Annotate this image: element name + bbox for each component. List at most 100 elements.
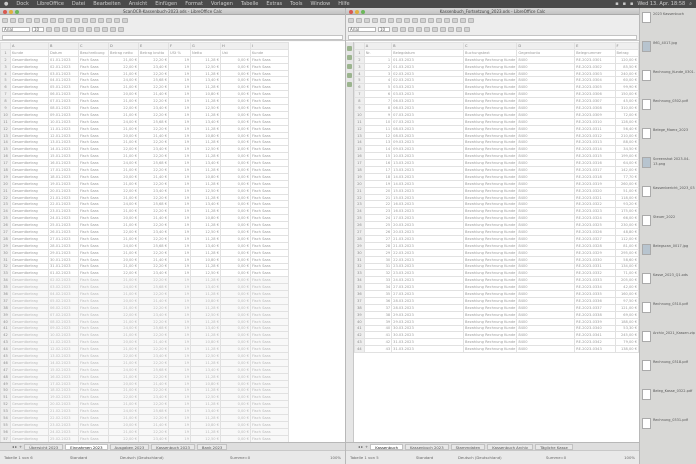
row-number[interactable]: 55: [0, 420, 11, 429]
row-number[interactable]: 29: [0, 241, 11, 250]
desktop-file[interactable]: Rechnung_Kunde_0301.pdf: [640, 70, 696, 96]
cell[interactable]: 07.01.2023: [48, 97, 79, 106]
menu-item[interactable]: Window: [306, 1, 334, 7]
cell[interactable]: 8400: [516, 310, 576, 319]
cell[interactable]: 0,00 €: [220, 90, 251, 99]
cell[interactable]: 01.03.2023: [391, 62, 465, 71]
cell[interactable]: 22,20 €: [138, 207, 169, 216]
cell[interactable]: Bezahlung Rechnung Kunde: [463, 345, 518, 354]
cell[interactable]: 32: [363, 269, 393, 278]
cell[interactable]: 19: [168, 345, 191, 354]
cell[interactable]: Fisch Saas: [250, 207, 289, 216]
underline-icon[interactable]: [62, 27, 68, 32]
cell[interactable]: RE-2023-0323: [574, 207, 616, 216]
cell[interactable]: 13.03.2023: [391, 159, 465, 168]
cell[interactable]: Bezahlung Rechnung Kunde: [463, 283, 518, 292]
cell[interactable]: Fisch Saas: [250, 152, 289, 161]
cell[interactable]: Gesamtbetrag: [10, 283, 49, 292]
cell[interactable]: 0,00 €: [220, 338, 251, 347]
cell[interactable]: 24,00 €: [108, 365, 139, 374]
chart-icon[interactable]: [114, 18, 120, 23]
cell[interactable]: 21,00 €: [108, 124, 139, 133]
cell[interactable]: Gesamtbetrag: [10, 110, 49, 119]
cell[interactable]: 21,00 €: [108, 207, 139, 216]
cell[interactable]: Bezahlung Rechnung Kunde: [463, 193, 518, 202]
cell[interactable]: 21,00 €: [108, 331, 139, 340]
cell[interactable]: 20,00 €: [108, 214, 139, 223]
cell[interactable]: 01.02.2023: [48, 269, 79, 278]
cell[interactable]: 31.03.2023: [391, 338, 465, 347]
cell[interactable]: 8400: [516, 166, 576, 174]
cell[interactable]: Fisch Saas: [78, 159, 109, 168]
cell[interactable]: 48,80 €: [614, 228, 639, 236]
cell[interactable]: 0,00 €: [220, 290, 251, 298]
cell[interactable]: Fisch Saas: [78, 386, 109, 395]
cell[interactable]: 12,50 €: [190, 434, 221, 442]
cell[interactable]: RE-2023-0340: [574, 324, 616, 333]
row-number[interactable]: 17: [0, 159, 11, 168]
chart-icon[interactable]: [460, 18, 466, 23]
cell[interactable]: 18: [363, 172, 393, 181]
cell[interactable]: Fisch Saas: [250, 117, 289, 126]
cell[interactable]: 23,40 €: [138, 434, 169, 442]
row-number[interactable]: 6: [354, 83, 365, 92]
cell[interactable]: 08.01.2023: [48, 104, 79, 112]
sheet-tab[interactable]: Ausgaben 2023: [109, 443, 150, 450]
cell[interactable]: 8400: [516, 214, 576, 223]
cell[interactable]: 18.02.2023: [48, 386, 79, 395]
cell[interactable]: 19: [168, 207, 191, 216]
cell[interactable]: Fisch Saas: [78, 55, 109, 64]
cell[interactable]: 19: [168, 104, 191, 112]
cell[interactable]: Fisch Saas: [78, 62, 109, 71]
cell[interactable]: 20,00 €: [108, 90, 139, 99]
column-header[interactable]: H: [220, 42, 251, 50]
cell[interactable]: Gesamtbetrag: [10, 90, 49, 99]
cell[interactable]: Gesamtbetrag: [10, 434, 49, 442]
cell[interactable]: 0,00 €: [220, 145, 251, 154]
background-color-icon[interactable]: [464, 27, 470, 32]
cell[interactable]: RE-2023-0338: [574, 310, 616, 319]
cell[interactable]: 6: [363, 90, 393, 99]
cell[interactable]: 39: [363, 317, 393, 326]
cell[interactable]: 21,00 €: [108, 193, 139, 202]
row-number[interactable]: 27: [354, 228, 365, 236]
cell[interactable]: 22,20 €: [138, 262, 169, 271]
document-file-icon[interactable]: [642, 418, 651, 429]
cell[interactable]: Fisch Saas: [78, 97, 109, 106]
sheet-tab[interactable]: Kassenbuch Archiv: [487, 443, 534, 450]
desktop-file[interactable]: Rechnung_0302.pdf: [640, 99, 696, 125]
row-number[interactable]: 25: [354, 214, 365, 223]
menu-item[interactable]: Hilfe: [334, 1, 353, 7]
cell[interactable]: 8400: [516, 331, 576, 340]
cell[interactable]: Fisch Saas: [78, 207, 109, 216]
cell[interactable]: 27: [363, 234, 393, 243]
cell[interactable]: 11,28 €: [190, 193, 221, 202]
cell[interactable]: Gesamtbetrag: [10, 290, 49, 298]
cell[interactable]: 02.03.2023: [391, 69, 465, 78]
cell[interactable]: 11,28 €: [190, 69, 221, 78]
row-number[interactable]: 16: [0, 152, 11, 161]
cell[interactable]: 19: [168, 83, 191, 92]
row-number[interactable]: 44: [354, 345, 365, 354]
cell[interactable]: 15.01.2023: [48, 152, 79, 161]
desktop-file[interactable]: Beleg_Kasse_0322.pdf: [640, 389, 696, 415]
column-header[interactable]: E: [574, 42, 616, 50]
image-file-icon[interactable]: [642, 41, 651, 52]
cell[interactable]: 19: [168, 117, 191, 126]
header-cell[interactable]: Gegenkonto: [516, 48, 576, 57]
cell[interactable]: Fisch Saas: [78, 427, 109, 436]
cut-icon[interactable]: [42, 18, 48, 23]
cell[interactable]: 2: [363, 62, 393, 71]
cell[interactable]: RE-2023-0307: [574, 97, 616, 106]
row-number[interactable]: 3: [0, 62, 11, 71]
cell[interactable]: 7: [363, 97, 393, 106]
cell[interactable]: Gesamtbetrag: [10, 296, 49, 305]
cell[interactable]: Fisch Saas: [250, 434, 289, 442]
cell[interactable]: 22,00 €: [108, 393, 139, 402]
row-number[interactable]: 42: [354, 331, 365, 340]
cell[interactable]: RE-2023-0328: [574, 241, 616, 250]
cell[interactable]: Fisch Saas: [78, 124, 109, 133]
cell[interactable]: Bezahlung Rechnung Kunde: [463, 55, 518, 64]
copy-icon[interactable]: [50, 18, 56, 23]
cell[interactable]: 11,28 €: [190, 345, 221, 354]
